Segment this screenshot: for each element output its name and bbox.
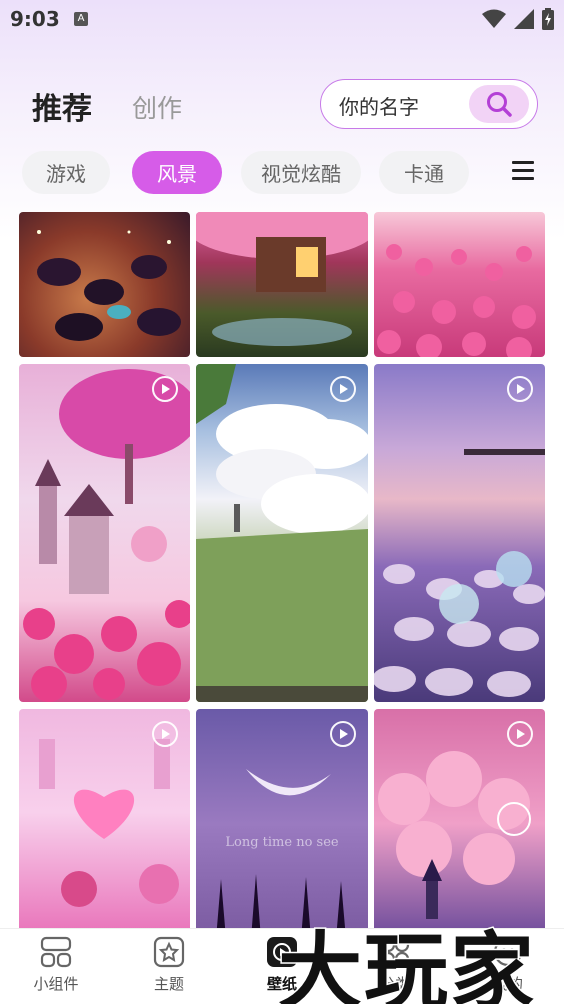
wallpaper-tile[interactable]	[374, 212, 545, 357]
search-icon	[487, 92, 512, 117]
chip-scenery[interactable]: 风景	[132, 151, 222, 194]
wallpaper-tile[interactable]	[19, 364, 190, 702]
tile-art	[377, 244, 536, 357]
tile-art	[37, 230, 181, 341]
chip-visual-cool[interactable]: 视觉炫酷	[241, 151, 361, 194]
widgets-icon	[39, 935, 73, 969]
nav-widgets[interactable]: 小组件	[0, 935, 112, 994]
video-play-icon	[507, 376, 533, 402]
theme-icon	[152, 935, 186, 969]
tile-art	[374, 449, 545, 697]
tab-recommend[interactable]: 推荐	[32, 84, 92, 128]
wallpaper-tile[interactable]	[374, 364, 545, 702]
video-play-icon	[330, 376, 356, 402]
wifi-icon	[482, 9, 506, 28]
wallpaper-tile[interactable]	[374, 709, 545, 928]
search-button[interactable]	[469, 85, 529, 123]
tile-art	[23, 369, 190, 702]
chip-games[interactable]: 游戏	[22, 151, 110, 194]
tile-caption: Long time no see	[225, 835, 339, 850]
watermark-overlay: 大玩家	[276, 921, 537, 1004]
video-play-icon	[507, 721, 533, 747]
nav-theme[interactable]: 主题	[113, 935, 225, 994]
battery-icon	[542, 8, 554, 30]
wallpaper-tile[interactable]	[196, 364, 368, 702]
wallpaper-tile[interactable]	[196, 212, 368, 357]
tile-art	[196, 212, 368, 346]
video-play-icon	[152, 721, 178, 747]
nav-label: 主题	[153, 975, 184, 993]
wallpaper-grid: Long time no see	[0, 212, 564, 928]
status-icons	[482, 8, 554, 30]
notification-app-icon: A	[74, 12, 88, 26]
tile-art	[196, 364, 368, 702]
video-play-icon	[330, 721, 356, 747]
wallpaper-tile[interactable]	[19, 709, 190, 928]
category-chips: 游戏 风景 视觉炫酷 卡通	[22, 151, 542, 195]
search-input[interactable]: 你的名字	[339, 91, 419, 120]
chip-cartoon[interactable]: 卡通	[379, 151, 469, 194]
wallpaper-tile[interactable]	[19, 212, 190, 357]
nav-label: 小组件	[33, 975, 79, 993]
wallpaper-tile[interactable]: Long time no see	[196, 709, 368, 928]
search-box[interactable]: 你的名字	[320, 79, 538, 129]
status-time: 9:03	[10, 7, 60, 31]
video-play-icon	[152, 376, 178, 402]
menu-icon[interactable]	[512, 161, 534, 181]
status-bar: 9:03 A	[0, 0, 564, 40]
tab-create[interactable]: 创作	[132, 89, 182, 125]
signal-icon	[514, 9, 534, 29]
